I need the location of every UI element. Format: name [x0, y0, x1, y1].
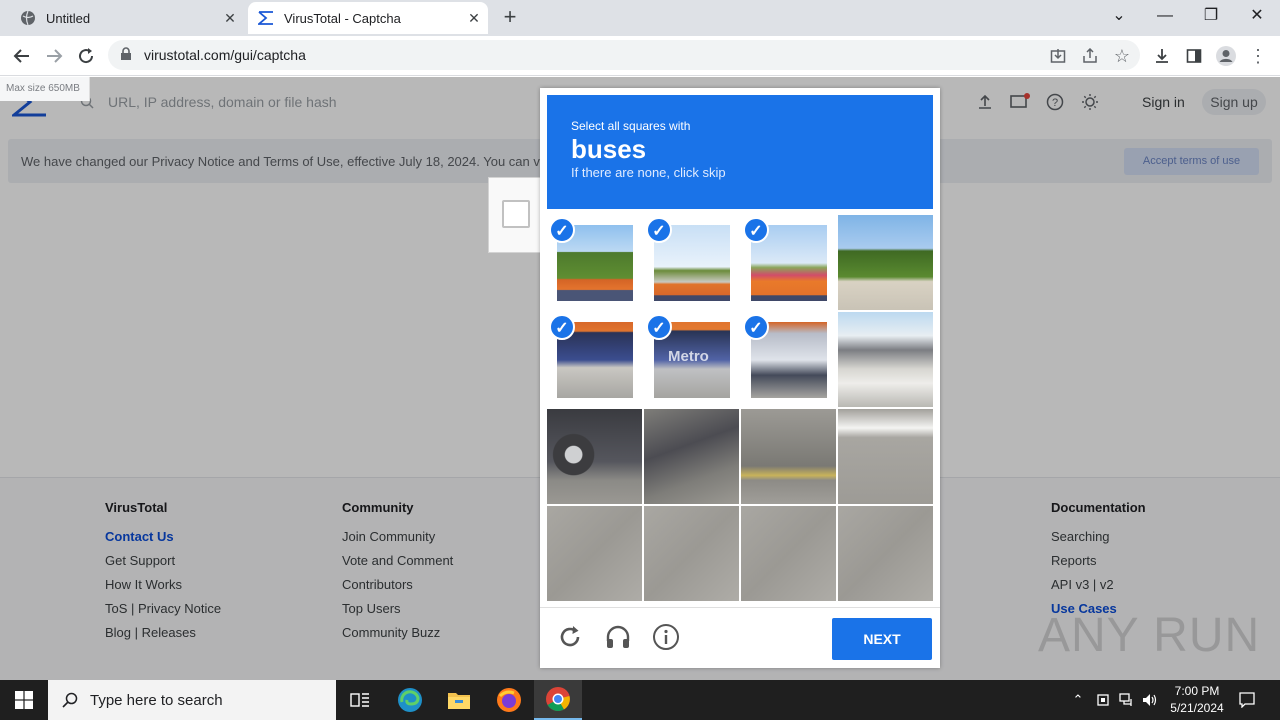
captcha-tile[interactable] [741, 506, 836, 601]
captcha-tile[interactable] [547, 409, 642, 504]
captcha-tile-image [741, 506, 836, 601]
file-explorer-icon[interactable] [435, 680, 483, 720]
tab-virustotal[interactable]: VirusTotal - Captcha ✕ [248, 2, 488, 34]
captcha-grid: ✓ ✓ ✓ ✓ Metro ✓ ✓ [547, 215, 933, 601]
captcha-tile[interactable]: ✓ [741, 312, 836, 407]
captcha-tile[interactable]: ✓ [644, 215, 739, 310]
edge-browser-icon[interactable] [386, 680, 434, 720]
captcha-tile-image [838, 215, 933, 310]
captcha-instruction: Select all squares with [571, 119, 691, 133]
browser-toolbar: virustotal.com/gui/captcha ☆ ⋮ [0, 36, 1280, 76]
captcha-tile-image [547, 506, 642, 601]
captcha-footer: NEXT [540, 607, 940, 668]
tab-search-icon[interactable]: ⌄ [1104, 4, 1134, 28]
show-hidden-icons-chevron[interactable]: ⌃ [1069, 691, 1087, 709]
captcha-tile[interactable] [838, 215, 933, 310]
captcha-tile[interactable] [644, 506, 739, 601]
clock-time: 7:00 PM [1174, 684, 1220, 698]
captcha-tile-image [838, 312, 933, 407]
captcha-tile-image [644, 409, 739, 504]
menu-icon[interactable]: ⋮ [1246, 44, 1270, 68]
checkmark-icon: ✓ [549, 314, 575, 340]
side-panel-icon[interactable] [1182, 44, 1206, 68]
globe-icon [20, 10, 36, 26]
back-icon[interactable] [10, 44, 34, 68]
search-icon [62, 692, 78, 708]
captcha-tile-image [547, 409, 642, 504]
windows-start-icon[interactable] [0, 680, 48, 720]
checkmark-icon: ✓ [646, 217, 672, 243]
tab-strip: Untitled ✕ VirusTotal - Captcha ✕ + ⌄ — … [0, 0, 1280, 36]
checkmark-icon: ✓ [743, 314, 769, 340]
captcha-tile[interactable] [838, 409, 933, 504]
url-text: virustotal.com/gui/captcha [144, 47, 306, 63]
firefox-icon[interactable] [485, 680, 533, 720]
close-window-button[interactable]: ✕ [1242, 4, 1272, 28]
captcha-tile[interactable]: Metro ✓ [644, 312, 739, 407]
forward-icon[interactable] [42, 44, 66, 68]
taskbar-search-placeholder: Type here to search [90, 691, 223, 709]
captcha-tile[interactable] [741, 409, 836, 504]
notification-center-icon[interactable] [1238, 691, 1256, 709]
tab-title: VirusTotal - Captcha [284, 10, 401, 26]
captcha-checkbox-card [488, 177, 544, 253]
captcha-tile-image [838, 506, 933, 601]
info-icon[interactable] [651, 622, 681, 652]
checkmark-icon: ✓ [549, 217, 575, 243]
chrome-icon[interactable] [534, 680, 582, 720]
taskbar-search-box[interactable]: Type here to search [48, 680, 336, 720]
tab-title: Untitled [46, 10, 91, 26]
captcha-tile[interactable]: ✓ [547, 215, 642, 310]
minimize-button[interactable]: — [1150, 4, 1180, 28]
share-icon[interactable] [1078, 44, 1102, 68]
captcha-hint: If there are none, click skip [571, 165, 726, 180]
captcha-tile-image [741, 409, 836, 504]
windows-taskbar: Type here to search ⌃ 7:00 PM 5/21/2024 [0, 680, 1280, 720]
reload-icon[interactable] [74, 44, 98, 68]
audio-challenge-icon[interactable] [603, 622, 633, 652]
captcha-tile[interactable]: ✓ [741, 215, 836, 310]
tab-untitled[interactable]: Untitled ✕ [8, 2, 244, 34]
volume-icon[interactable] [1141, 691, 1159, 709]
checkmark-icon: ✓ [646, 314, 672, 340]
captcha-tile[interactable] [644, 409, 739, 504]
captcha-checkbox[interactable] [502, 200, 530, 228]
captcha-tile-image [644, 506, 739, 601]
next-button[interactable]: NEXT [832, 618, 932, 660]
task-view-icon[interactable] [336, 680, 384, 720]
security-tray-icon[interactable] [1094, 691, 1112, 709]
bus-metro-text: Metro [668, 348, 709, 365]
lock-icon[interactable] [120, 46, 134, 64]
captcha-target: buses [571, 134, 647, 164]
captcha-challenge: Select all squares with buses If there a… [540, 88, 940, 668]
new-tab-button[interactable]: + [498, 6, 522, 30]
captcha-tile[interactable]: ✓ [547, 312, 642, 407]
close-tab-icon[interactable]: ✕ [466, 10, 482, 26]
captcha-header: Select all squares with buses If there a… [547, 95, 933, 209]
restore-button[interactable]: ❐ [1196, 4, 1226, 28]
profile-avatar-icon[interactable] [1214, 44, 1238, 68]
anyrun-watermark: ANY RUN [1038, 609, 1261, 662]
address-bar[interactable]: virustotal.com/gui/captcha [108, 40, 1140, 70]
taskbar-clock[interactable]: 7:00 PM 5/21/2024 [1162, 683, 1232, 717]
checkmark-icon: ✓ [743, 217, 769, 243]
bookmark-star-icon[interactable]: ☆ [1110, 44, 1134, 68]
close-tab-icon[interactable]: ✕ [222, 10, 238, 26]
downloads-icon[interactable] [1150, 44, 1174, 68]
captcha-tile[interactable] [547, 506, 642, 601]
install-app-icon[interactable] [1046, 44, 1070, 68]
clock-date: 5/21/2024 [1170, 701, 1224, 715]
captcha-tile[interactable] [838, 506, 933, 601]
captcha-tile[interactable] [838, 312, 933, 407]
reload-challenge-icon[interactable] [555, 622, 585, 652]
max-size-label: Max size 650MB [0, 77, 90, 101]
captcha-tile-image [838, 409, 933, 504]
network-icon[interactable] [1118, 691, 1136, 709]
virustotal-logo-icon [258, 10, 274, 26]
